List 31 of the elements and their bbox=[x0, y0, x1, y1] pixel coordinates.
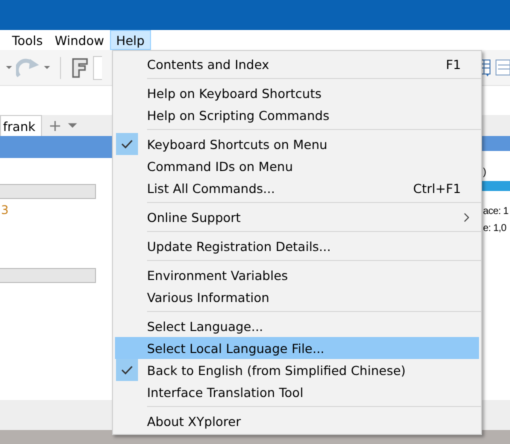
menu-bar-item[interactable]: Help bbox=[110, 30, 151, 50]
menu-item[interactable]: Select Language... bbox=[115, 315, 479, 337]
menu-bar-item[interactable]: Window bbox=[48, 30, 110, 50]
menu-bar-item[interactable]: Tools bbox=[6, 30, 49, 50]
menu-item[interactable]: Select Local Language File... bbox=[115, 337, 479, 359]
menu-item[interactable]: Environment Variables bbox=[115, 264, 479, 286]
dropdown-caret-icon[interactable] bbox=[68, 123, 77, 128]
tab[interactable]: frank bbox=[0, 115, 42, 136]
menu-item[interactable]: Command IDs on Menu bbox=[115, 155, 479, 177]
menu-item[interactable]: About XYplorer bbox=[115, 410, 479, 432]
dropdown-caret-icon[interactable] bbox=[6, 66, 12, 69]
f-letter-icon[interactable] bbox=[71, 58, 89, 78]
menu-item[interactable]: List All Commands... Ctrl+F1 bbox=[115, 177, 479, 199]
info-text: e: 1,0 bbox=[482, 222, 508, 236]
menu-item[interactable]: Contents and Index F1 bbox=[115, 53, 479, 75]
info-text: ace: 1 bbox=[482, 205, 510, 219]
dropdown-caret-icon[interactable] bbox=[44, 66, 50, 69]
info-text: ) bbox=[482, 166, 488, 180]
add-tab-button[interactable]: + bbox=[48, 115, 62, 136]
menu-item[interactable]: Interface Translation Tool bbox=[115, 381, 479, 403]
check-icon bbox=[121, 365, 133, 375]
input-field[interactable] bbox=[93, 56, 102, 80]
menu-item[interactable]: Help on Scripting Commands bbox=[115, 104, 479, 126]
menu-item[interactable]: Back to English (from Simplified Chinese) bbox=[115, 359, 479, 381]
menu-item[interactable]: Keyboard Shortcuts on Menu bbox=[115, 133, 479, 155]
menu-item[interactable]: Update Registration Details... bbox=[115, 235, 479, 257]
menu-item[interactable]: Various Information bbox=[115, 286, 479, 308]
menu-item[interactable]: Online Support bbox=[115, 206, 479, 228]
check-icon bbox=[121, 139, 133, 149]
menu-item[interactable]: Help on Keyboard Shortcuts bbox=[115, 82, 479, 104]
size-text: 3 bbox=[1, 202, 10, 218]
